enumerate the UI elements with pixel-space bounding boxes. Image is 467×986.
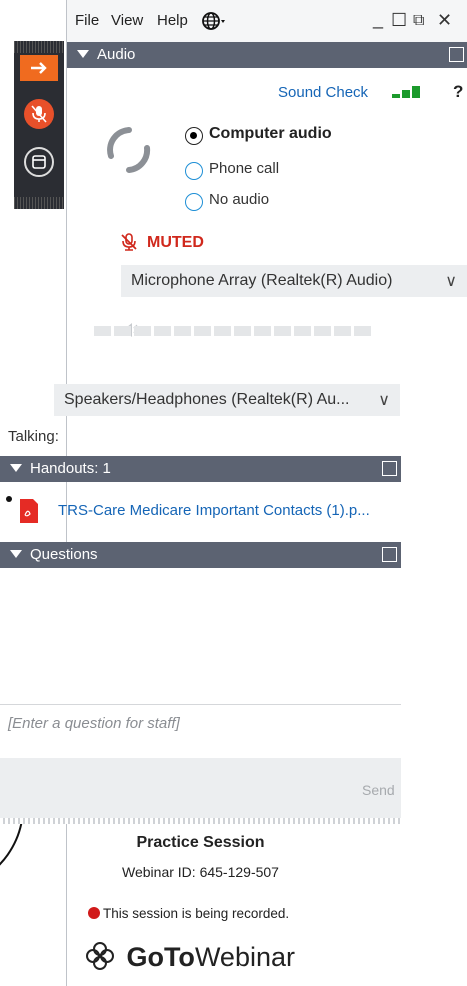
- show-panel-button[interactable]: [20, 55, 58, 81]
- collapse-triangle-icon: [77, 50, 89, 58]
- level-segment: [94, 326, 111, 336]
- audio-header-title: Audio: [97, 46, 136, 63]
- level-segment: [214, 326, 231, 336]
- gotowebinar-flower-icon: [86, 942, 114, 970]
- control-strip: [14, 41, 64, 209]
- speaker-select-value: Speakers/Headphones (Realtek(R) Au...: [64, 391, 350, 408]
- level-segment: [254, 326, 271, 336]
- send-button[interactable]: Send: [362, 782, 395, 798]
- collapse-triangle-icon: [10, 550, 22, 558]
- close-button[interactable]: ✕: [437, 10, 452, 31]
- minimize-button[interactable]: _: [373, 9, 383, 30]
- audio-help-button[interactable]: ?: [453, 82, 463, 102]
- globe-icon: [202, 12, 225, 30]
- microphone-select[interactable]: Microphone Array (Realtek(R) Audio) ∨: [121, 265, 467, 297]
- collapse-triangle-icon: [10, 464, 22, 472]
- level-segment: [194, 326, 211, 336]
- level-segment: [234, 326, 251, 336]
- level-segment: [274, 326, 291, 336]
- mute-toggle-button[interactable]: [24, 99, 54, 129]
- audio-section-header[interactable]: Audio: [67, 42, 467, 68]
- maximize-button[interactable]: ☐: [391, 10, 407, 31]
- level-segment: [154, 326, 171, 336]
- arrow-right-icon: [31, 62, 47, 74]
- chevron-down-icon: ∨: [445, 273, 457, 290]
- muted-label: MUTED: [147, 234, 204, 251]
- speaker-select[interactable]: Speakers/Headphones (Realtek(R) Au... ∨: [54, 384, 400, 416]
- session-title: Practice Session: [136, 834, 265, 851]
- handouts-section-header[interactable]: Handouts: 1: [0, 456, 401, 482]
- strip-grip-top[interactable]: [14, 41, 64, 53]
- recording-dot-icon: [88, 907, 100, 919]
- language-button[interactable]: [201, 11, 229, 36]
- chevron-down-icon: ∨: [378, 392, 390, 409]
- recording-notice-text: This session is being recorded.: [103, 906, 290, 921]
- handouts-header-title: Handouts: 1: [30, 460, 111, 477]
- level-segment: [134, 326, 151, 336]
- pdf-file-icon: [18, 498, 40, 529]
- level-segment: [174, 326, 191, 336]
- level-segment: [294, 326, 311, 336]
- microphone-muted-icon: [31, 105, 47, 123]
- recording-notice: This session is being recorded.: [88, 906, 289, 921]
- divider: [0, 818, 401, 824]
- question-input[interactable]: [Enter a question for staff]: [0, 704, 401, 759]
- brand-webinar: Webinar: [194, 942, 295, 972]
- question-input-placeholder: [Enter a question for staff]: [8, 715, 180, 732]
- menu-bar: File View Help _ ☐ ⧉ ✕: [67, 0, 467, 42]
- handout-link[interactable]: TRS-Care Medicare Important Contacts (1)…: [58, 502, 370, 519]
- questions-section-header[interactable]: Questions: [0, 542, 401, 568]
- level-segment: [334, 326, 351, 336]
- strip-grip-bottom[interactable]: [14, 197, 64, 209]
- popout-section-icon[interactable]: [382, 547, 397, 562]
- handout-item[interactable]: TRS-Care Medicare Important Contacts (1)…: [0, 484, 401, 540]
- level-segment: [114, 326, 131, 336]
- webcam-icon: [32, 155, 46, 169]
- signal-strength-icon: [392, 86, 426, 105]
- webinar-id: Webinar ID: 645-129-507: [122, 864, 279, 880]
- audio-level-meter: [94, 326, 374, 336]
- popout-section-icon[interactable]: [449, 47, 464, 62]
- phone-call-label[interactable]: Phone call: [209, 160, 279, 177]
- no-audio-label[interactable]: No audio: [209, 191, 269, 208]
- level-segment: [354, 326, 371, 336]
- connecting-spinner-icon: [103, 122, 155, 183]
- computer-audio-radio[interactable]: [185, 127, 203, 145]
- brand-goto: GoTo: [126, 942, 195, 972]
- menu-view[interactable]: View: [111, 12, 143, 29]
- microphone-select-value: Microphone Array (Realtek(R) Audio): [131, 272, 393, 289]
- question-footer: Send: [0, 758, 401, 822]
- sound-check-link[interactable]: Sound Check: [278, 84, 368, 101]
- talking-label: Talking:: [8, 428, 59, 445]
- computer-audio-label[interactable]: Computer audio: [209, 125, 332, 143]
- popout-button[interactable]: ⧉: [413, 12, 424, 30]
- popout-section-icon[interactable]: [382, 461, 397, 476]
- webcam-button[interactable]: [24, 147, 54, 177]
- level-segment: [314, 326, 331, 336]
- gotowebinar-logo: GoToWebinar: [84, 940, 295, 976]
- microphone-muted-status-icon: [119, 232, 139, 257]
- phone-call-radio[interactable]: [185, 162, 203, 180]
- questions-header-title: Questions: [30, 546, 98, 563]
- menu-file[interactable]: File: [75, 12, 99, 29]
- menu-help[interactable]: Help: [157, 12, 188, 29]
- questions-log: [0, 568, 401, 704]
- no-audio-radio[interactable]: [185, 193, 203, 211]
